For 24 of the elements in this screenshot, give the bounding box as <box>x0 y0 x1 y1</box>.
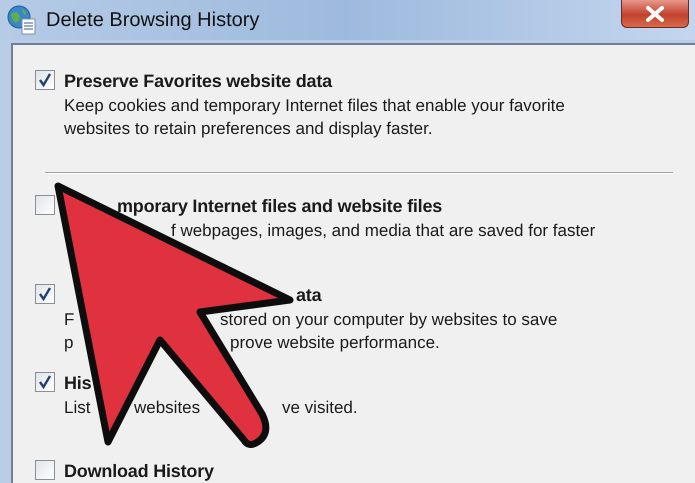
checkbox[interactable] <box>35 195 55 215</box>
option-description: ve visited. <box>282 397 358 419</box>
close-button[interactable] <box>621 0 689 28</box>
option-description: Keep cookies and temporary Internet files that enable your favorite <box>64 95 565 117</box>
option-description: websites <box>134 397 202 419</box>
window-title: Delete Browsing History <box>46 8 260 32</box>
globe-document-icon <box>7 5 37 35</box>
checkbox[interactable] <box>35 460 55 480</box>
option-title: His <box>64 372 92 395</box>
option-description: p <box>64 332 74 354</box>
option-title: ata <box>296 284 323 307</box>
option-description: websites to retain preferences and display faster. <box>64 118 434 140</box>
close-icon <box>645 6 665 22</box>
option-title: Download History <box>64 460 214 483</box>
checkbox[interactable] <box>35 70 55 90</box>
option-description: stored on your computer by websites to save <box>220 309 558 331</box>
option-description: prove website performance. <box>230 332 441 354</box>
option-description: f webpages, images, and media that are saved for faster <box>171 220 596 242</box>
option-description: List <box>64 397 92 419</box>
option-title: Preserve Favorites website data <box>64 70 334 93</box>
option-title: mporary Internet files and website files <box>117 195 444 218</box>
checkbox[interactable] <box>35 284 55 304</box>
checkbox[interactable] <box>35 372 55 392</box>
option-description: F <box>64 309 76 331</box>
